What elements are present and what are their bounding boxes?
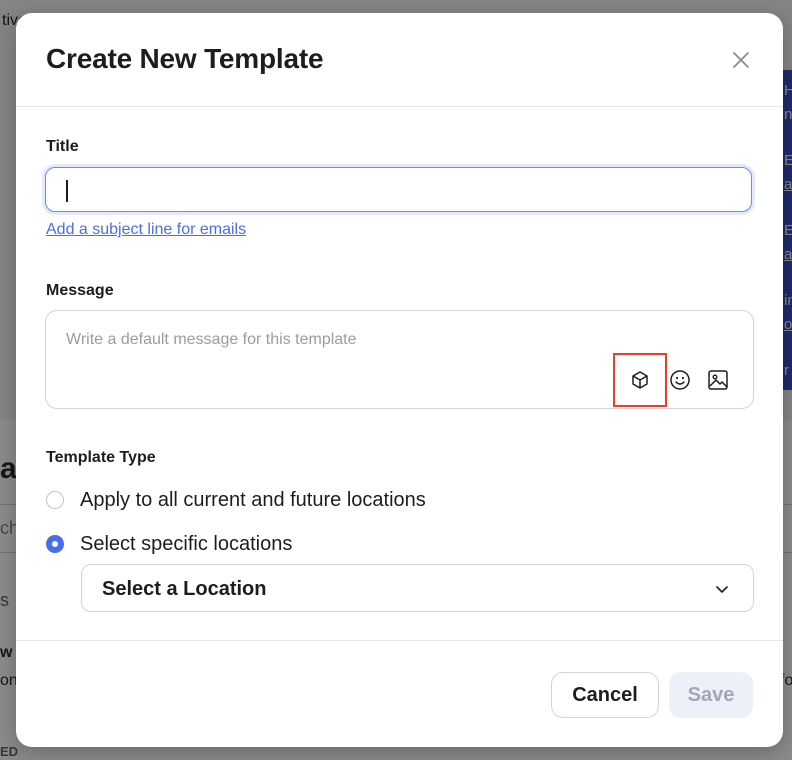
save-button[interactable]: Save xyxy=(669,672,753,718)
insert-emoji-button[interactable] xyxy=(666,366,694,394)
radio-all-locations-label: Apply to all current and future location… xyxy=(80,488,426,511)
image-icon xyxy=(708,370,728,390)
location-select-value: Select a Location xyxy=(102,578,267,600)
title-label: Title xyxy=(46,138,79,155)
radio-specific-locations[interactable]: Select specific locations xyxy=(46,530,292,558)
location-select[interactable]: Select a Location xyxy=(81,564,754,612)
add-subject-line-link[interactable]: Add a subject line for emails xyxy=(46,221,246,239)
modal-footer: Cancel Save xyxy=(16,640,783,747)
message-placeholder: Write a default message for this templat… xyxy=(66,331,357,348)
radio-all-locations[interactable]: Apply to all current and future location… xyxy=(46,486,426,514)
message-textarea[interactable]: Write a default message for this templat… xyxy=(45,310,754,409)
radio-button[interactable] xyxy=(46,491,64,509)
chevron-down-icon xyxy=(716,586,728,593)
cancel-button[interactable]: Cancel xyxy=(551,672,659,718)
cube-icon xyxy=(632,371,648,389)
title-input[interactable] xyxy=(45,167,752,212)
close-button[interactable] xyxy=(729,48,753,72)
radio-specific-locations-label: Select specific locations xyxy=(80,532,293,555)
text-caret xyxy=(66,180,68,202)
message-label: Message xyxy=(46,282,114,299)
emoji-icon xyxy=(670,370,690,390)
radio-button-checked[interactable] xyxy=(46,535,64,553)
insert-product-button[interactable] xyxy=(626,366,654,394)
close-icon xyxy=(733,52,749,68)
insert-image-button[interactable] xyxy=(704,366,732,394)
modal-title: Create New Template xyxy=(46,43,324,74)
create-template-modal: Create New Template Title Add a subject … xyxy=(16,13,783,747)
template-type-label: Template Type xyxy=(46,449,156,466)
modal-header: Create New Template xyxy=(16,13,783,107)
